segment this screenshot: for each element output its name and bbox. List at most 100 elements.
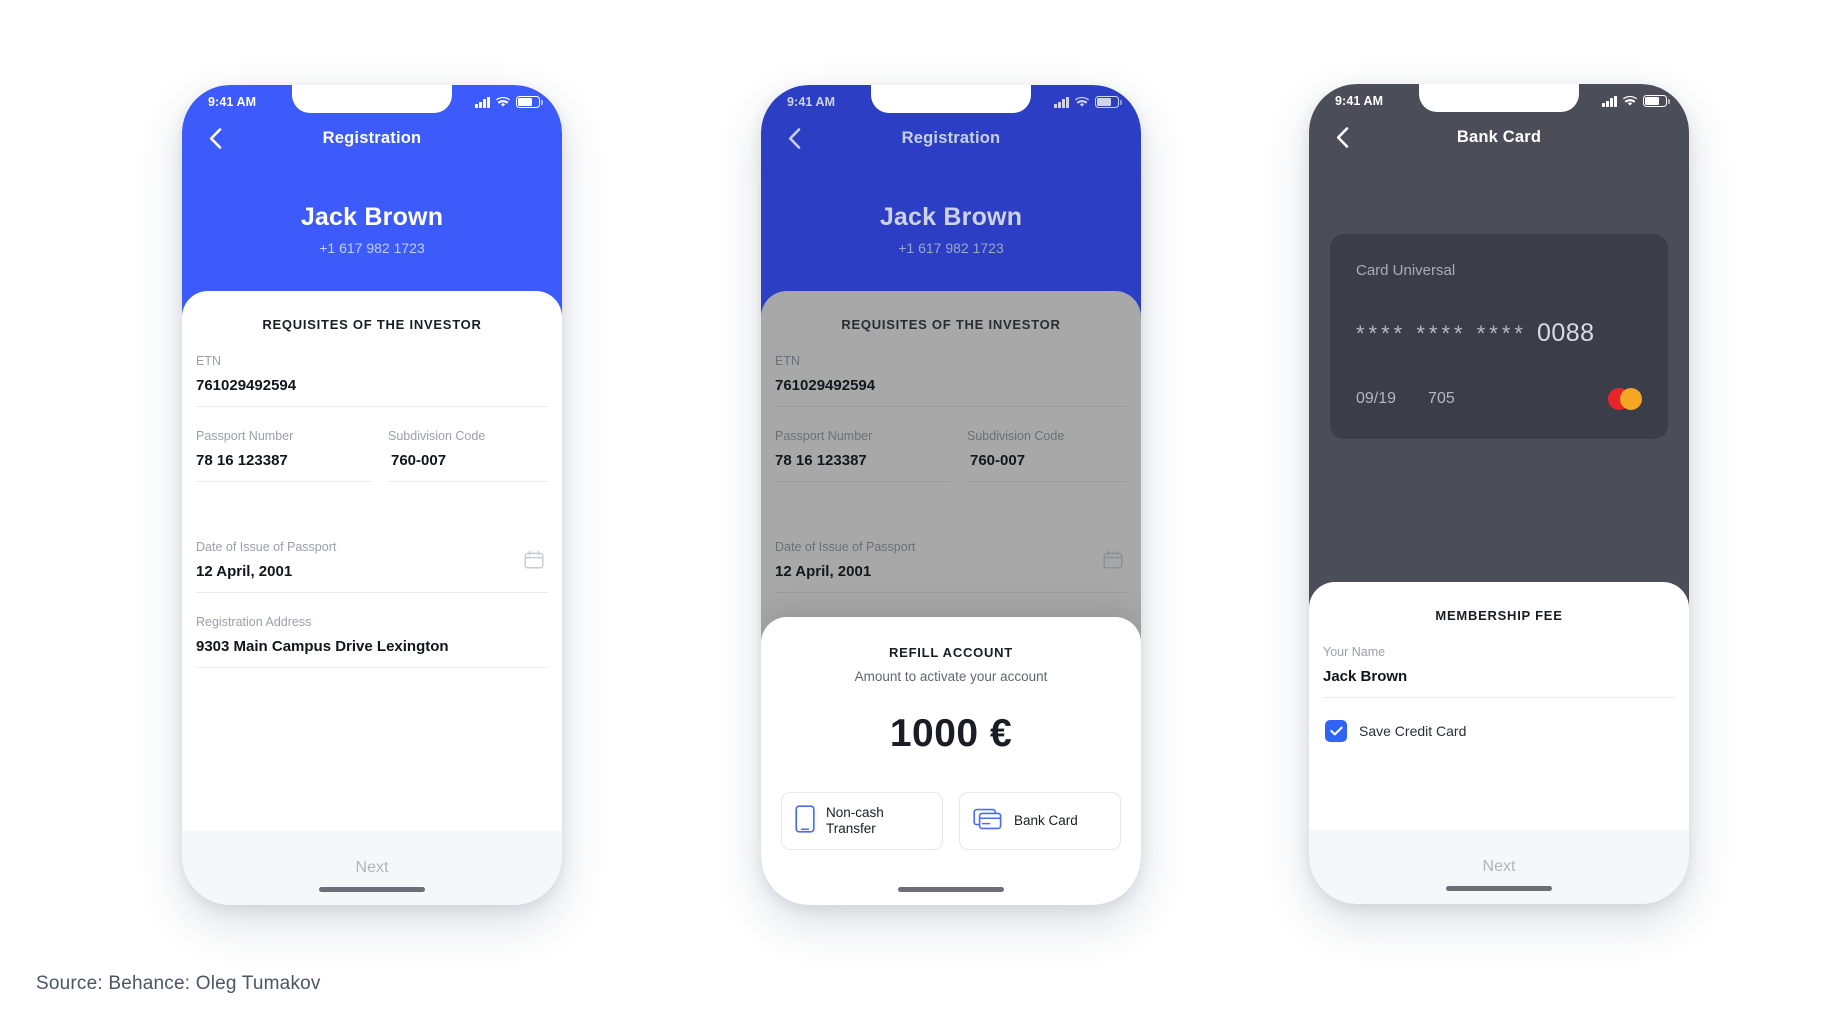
- field-underline: [196, 667, 548, 668]
- chevron-left-icon: [788, 127, 800, 149]
- field-value: 760-007: [391, 452, 447, 469]
- card-number: **** **** **** 0088: [1356, 319, 1642, 348]
- field-label: Passport Number: [196, 429, 294, 443]
- calendar-icon[interactable]: [1103, 550, 1123, 574]
- status-bar: 9:41 AM: [182, 85, 562, 115]
- phone3-screen: 9:41 AM Bank Card Card Universal **** **…: [1309, 84, 1689, 904]
- next-button[interactable]: Next: [182, 831, 562, 905]
- wifi-icon: [496, 96, 510, 108]
- field-your-name[interactable]: Your Name Jack Brown: [1323, 623, 1675, 698]
- next-button[interactable]: Next: [1309, 830, 1689, 904]
- field-row-passport: Passport Number 78 16 123387 Subdivision…: [196, 407, 548, 482]
- field-value: 78 16 123387: [775, 452, 867, 469]
- mobile-phone-icon: [795, 804, 815, 838]
- field-date-of-issue[interactable]: Date of Issue of Passport 12 April, 2001: [775, 518, 1127, 593]
- card-cvv: 705: [1428, 390, 1455, 407]
- field-value: 78 16 123387: [196, 452, 288, 469]
- status-icons: [1602, 95, 1670, 107]
- phone-mockup-refill: Jack Brown +1 617 982 1723 9:41 AM Regis…: [761, 85, 1141, 905]
- sheet-title: MEMBERSHIP FEE: [1435, 608, 1563, 623]
- phone1-screen: Jack Brown +1 617 982 1723 9:41 AM Regis…: [182, 85, 562, 905]
- nav-bar: Registration: [182, 115, 562, 161]
- field-row-date: Date of Issue of Passport 12 April, 2001: [775, 518, 1127, 593]
- refill-account-modal: REFILL ACCOUNT Amount to activate your a…: [761, 617, 1141, 905]
- card-expiry: 09/19: [1356, 390, 1397, 407]
- save-credit-card-checkbox[interactable]: [1325, 720, 1347, 742]
- field-underline: [967, 481, 1127, 482]
- source-caption: Source: Behance: Oleg Tumakov: [36, 973, 321, 994]
- field-underline: [775, 592, 1127, 593]
- phone2-screen: Jack Brown +1 617 982 1723 9:41 AM Regis…: [761, 85, 1141, 905]
- field-value: 761029492594: [775, 377, 876, 394]
- membership-form: Your Name Jack Brown Save Credit Card: [1309, 623, 1689, 830]
- nav-bar: Registration: [761, 115, 1141, 161]
- field-row-your-name: Your Name Jack Brown: [1323, 623, 1675, 698]
- modal-title: REFILL ACCOUNT: [889, 645, 1013, 660]
- modal-amount: 1000 €: [889, 712, 1013, 755]
- field-label: Subdivision Code: [967, 429, 1065, 443]
- back-button[interactable]: [1329, 124, 1355, 150]
- field-label: Subdivision Code: [388, 429, 486, 443]
- card-number-masked: **** **** ****: [1356, 321, 1527, 346]
- field-date-of-issue[interactable]: Date of Issue of Passport 12 April, 2001: [196, 518, 548, 593]
- mastercard-icon: [1608, 388, 1642, 410]
- field-passport-number[interactable]: Passport Number 78 16 123387: [775, 407, 951, 482]
- requisites-form: ETN 761029492594 Passport Number 78 16 1…: [182, 332, 562, 831]
- field-value: 12 April, 2001: [775, 563, 872, 580]
- status-icons: [475, 96, 543, 108]
- field-underline: [775, 481, 951, 482]
- sheet-title: REQUISITES OF THE INVESTOR: [262, 317, 482, 332]
- field-etn[interactable]: ETN 761029492594: [775, 332, 1127, 407]
- card-number-last4: 0088: [1536, 319, 1595, 347]
- battery-icon: [516, 96, 543, 108]
- bank-card[interactable]: Card Universal **** **** **** 0088 09/19…: [1330, 234, 1668, 439]
- field-label: ETN: [196, 354, 221, 368]
- option-label-line2: Transfer: [826, 821, 876, 836]
- wifi-icon: [1623, 95, 1637, 107]
- sheet-title: REQUISITES OF THE INVESTOR: [841, 317, 1061, 332]
- field-label: Date of Issue of Passport: [775, 540, 916, 554]
- signal-bars-icon: [475, 96, 490, 108]
- chevron-left-icon: [209, 127, 221, 149]
- calendar-icon[interactable]: [524, 550, 544, 574]
- save-credit-card-row[interactable]: Save Credit Card: [1323, 698, 1675, 742]
- option-label: Bank Card: [1014, 812, 1078, 828]
- card-name: Card Universal: [1356, 262, 1456, 279]
- field-subdivision-code[interactable]: Subdivision Code 760-007: [951, 407, 1127, 482]
- home-indicator[interactable]: [898, 887, 1004, 892]
- field-value: 9303 Main Campus Drive Lexington: [196, 638, 449, 655]
- field-row-passport: Passport Number 78 16 123387 Subdivision…: [775, 407, 1127, 482]
- field-label: Registration Address: [196, 615, 312, 629]
- field-row-etn: ETN 761029492594: [775, 332, 1127, 407]
- status-bar: 9:41 AM: [1309, 84, 1689, 114]
- back-button[interactable]: [202, 125, 228, 151]
- back-button[interactable]: [781, 125, 807, 151]
- field-label: Your Name: [1323, 645, 1386, 659]
- save-credit-card-label: Save Credit Card: [1359, 723, 1467, 739]
- option-label: Non-cash Transfer: [826, 805, 884, 838]
- option-label-line1: Non-cash: [826, 804, 884, 820]
- option-non-cash-transfer[interactable]: Non-cash Transfer: [781, 792, 943, 850]
- status-bar: 9:41 AM: [761, 85, 1141, 115]
- field-registration-address[interactable]: Registration Address 9303 Main Campus Dr…: [196, 593, 548, 668]
- hero-user-phone: +1 617 982 1723: [319, 240, 425, 256]
- status-time: 9:41 AM: [1335, 94, 1384, 108]
- option-bank-card[interactable]: Bank Card: [959, 792, 1121, 850]
- chevron-left-icon: [1336, 126, 1348, 148]
- field-etn[interactable]: ETN 761029492594: [196, 332, 548, 407]
- field-label: Date of Issue of Passport: [196, 540, 337, 554]
- field-value: 761029492594: [196, 377, 297, 394]
- home-indicator[interactable]: [319, 887, 425, 892]
- field-value: 760-007: [970, 452, 1026, 469]
- nav-title: Registration: [322, 128, 422, 147]
- field-subdivision-code[interactable]: Subdivision Code 760-007: [372, 407, 548, 482]
- modal-subtitle: Amount to activate your account: [854, 669, 1048, 684]
- field-underline: [388, 481, 548, 482]
- field-row-address: Registration Address 9303 Main Campus Dr…: [196, 593, 548, 668]
- signal-bars-icon: [1054, 96, 1069, 108]
- field-passport-number[interactable]: Passport Number 78 16 123387: [196, 407, 372, 482]
- home-indicator[interactable]: [1446, 886, 1552, 891]
- nav-title: Bank Card: [1456, 127, 1542, 146]
- membership-fee-sheet: MEMBERSHIP FEE Your Name Jack Brown Save…: [1309, 582, 1689, 904]
- nav-bar: Bank Card: [1309, 114, 1689, 160]
